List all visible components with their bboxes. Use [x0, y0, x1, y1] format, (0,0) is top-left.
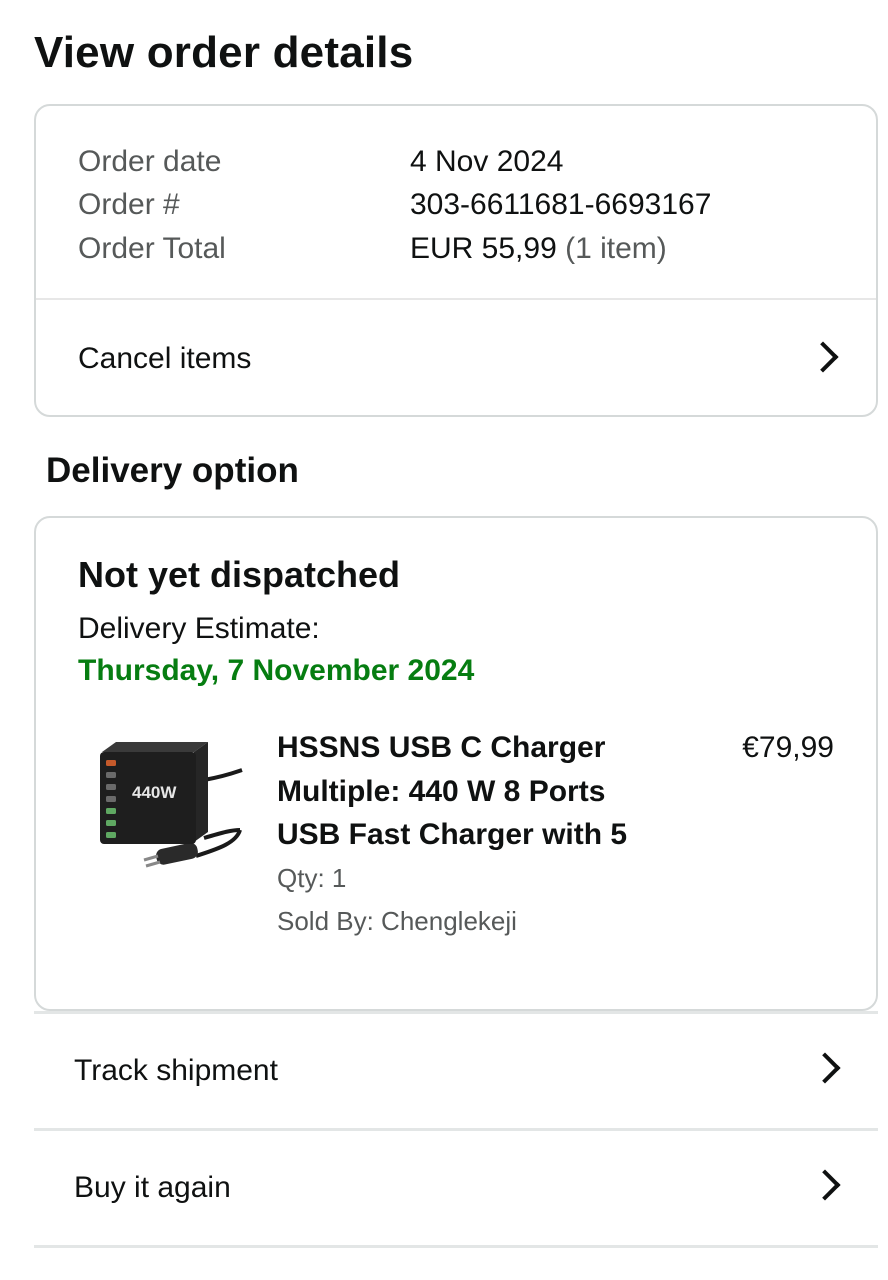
- product-price: €79,99: [742, 731, 834, 764]
- delivery-section-title: Delivery option: [46, 451, 299, 490]
- order-number-label: Order #: [78, 188, 180, 222]
- divider: [34, 1245, 878, 1248]
- chevron-right-icon: [807, 341, 839, 373]
- product-image[interactable]: 440W: [86, 732, 246, 882]
- chevron-right-icon: [809, 1169, 841, 1201]
- product-title-line: Multiple: 440 W 8 Ports: [277, 774, 606, 808]
- delivery-card: Not yet dispatched Delivery Estimate: Th…: [34, 516, 878, 1011]
- delivery-estimate-date: Thursday, 7 November 2024: [78, 654, 475, 687]
- usb-charger-image: 440W: [100, 742, 243, 868]
- cancel-items-button[interactable]: Cancel items: [36, 300, 876, 417]
- order-details-page: View order details Order date 4 Nov 2024…: [0, 0, 888, 1280]
- product-seller: Sold By: Chenglekeji: [277, 906, 517, 936]
- product-title-line: HSSNS USB C Charger: [277, 731, 606, 764]
- order-summary-table: Order date 4 Nov 2024 Order # 303-661168…: [78, 140, 711, 271]
- order-item-count: (1 item): [565, 231, 667, 265]
- buy-it-again-label: Buy it again: [74, 1170, 231, 1204]
- track-shipment-label: Track shipment: [74, 1053, 278, 1087]
- page-title: View order details: [34, 28, 414, 77]
- order-total-row: Order Total EUR 55,99 (1 item): [78, 227, 711, 271]
- cancel-items-label: Cancel items: [78, 341, 252, 375]
- delivery-estimate-label: Delivery Estimate:: [78, 612, 320, 645]
- order-total-amount: EUR 55,99: [410, 231, 557, 265]
- product-image-badge: 440W: [132, 783, 177, 802]
- order-date-label: Order date: [78, 144, 222, 178]
- order-total-label: Order Total: [78, 231, 226, 265]
- product-info: HSSNS USB C Charger Multiple: 440 W 8 Po…: [277, 726, 677, 944]
- chevron-right-icon: [809, 1052, 841, 1084]
- order-date-value: 4 Nov 2024: [410, 144, 564, 178]
- order-date-row: Order date 4 Nov 2024: [78, 140, 711, 184]
- order-total-value: EUR 55,99 (1 item): [410, 232, 667, 266]
- order-number-value: 303-6611681-6693167: [410, 188, 712, 222]
- buy-it-again-button[interactable]: Buy it again: [34, 1130, 878, 1245]
- product-quantity: Qty: 1: [277, 862, 347, 893]
- product-title-line: USB Fast Charger with 5: [277, 818, 628, 851]
- order-summary-card: Order date 4 Nov 2024 Order # 303-661168…: [34, 104, 878, 417]
- dispatch-status: Not yet dispatched: [78, 554, 401, 595]
- order-number-row: Order # 303-6611681-6693167: [78, 184, 711, 228]
- track-shipment-button[interactable]: Track shipment: [34, 1013, 878, 1128]
- product-title-link[interactable]: HSSNS USB C Charger Multiple: 440 W 8 Po…: [277, 726, 677, 857]
